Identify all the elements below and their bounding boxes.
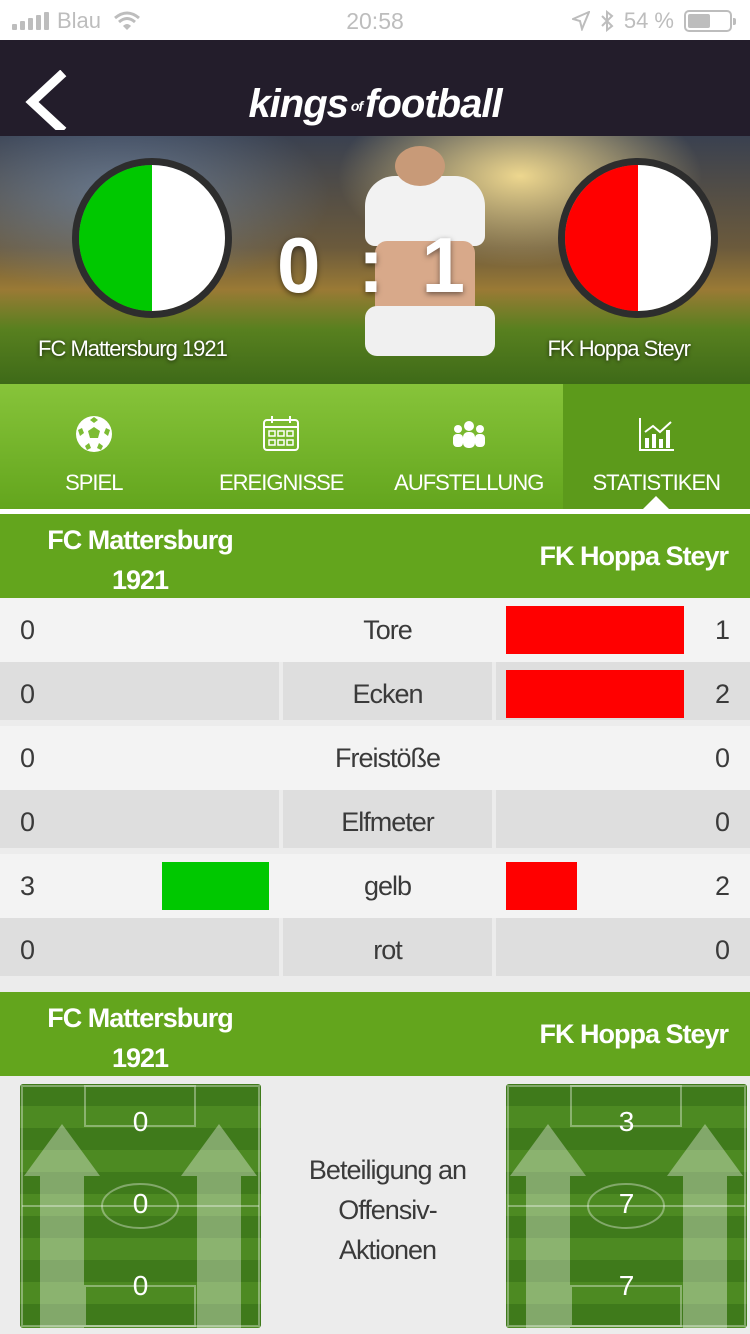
stat-row: 0 Elfmeter 0 [0, 790, 750, 854]
stat-row: 0 Freistöße 0 [0, 726, 750, 790]
away-score: 1 [421, 221, 474, 309]
away-stat-bar [506, 670, 684, 718]
home-stat-value: 0 [20, 615, 36, 645]
app-logo: kings offootball [0, 82, 750, 127]
away-stat-bar [506, 606, 684, 654]
home-score: 0 [276, 221, 329, 309]
match-tabs: SPIEL EREIGNISSE AUFSTELLUNG STATISTIKEN [0, 384, 750, 510]
stat-label: rot [373, 935, 403, 965]
away-offense-value: 7 [618, 1188, 635, 1219]
stat-label: Elfmeter [341, 807, 435, 837]
away-stat-value: 2 [714, 679, 730, 709]
away-offense-value: 7 [618, 1270, 635, 1301]
score-separator: : [358, 221, 392, 309]
home-team-line1: FC Mattersburg [47, 1003, 234, 1033]
home-stat-value: 3 [20, 871, 36, 901]
soccer-ball-icon [75, 416, 112, 452]
logo-kings: kings [248, 82, 348, 126]
tab-label: EREIGNISSE [219, 470, 344, 495]
stats-team-header: FC Mattersburg 1921 FK Hoppa Steyr [0, 514, 750, 598]
app-header: kings offootball [0, 40, 750, 136]
stat-label: gelb [363, 871, 412, 901]
stat-cell-bg [0, 662, 279, 720]
offense-away-team: FK Hoppa Steyr [539, 1019, 729, 1049]
offense-label-line: Offensiv- [338, 1195, 438, 1225]
home-stat-value: 0 [20, 935, 36, 965]
offense-section: 0 0 0 Beteiligung an Offensiv- Aktionen … [0, 1078, 750, 1334]
away-offense-value: 3 [618, 1106, 635, 1137]
team-icon [452, 421, 485, 448]
home-offense-value: 0 [132, 1188, 149, 1219]
stat-cell-bg [496, 918, 750, 976]
home-stat-value: 0 [20, 679, 36, 709]
tab-spiel[interactable]: SPIEL [0, 384, 188, 509]
home-offense-value: 0 [132, 1270, 149, 1301]
offense-label: Beteiligung an Offensiv- Aktionen [283, 1150, 492, 1270]
home-team-name: FC Mattersburg 1921 [38, 336, 228, 361]
calendar-icon [263, 416, 300, 451]
tab-label: STATISTIKEN [592, 470, 721, 495]
away-stat-value: 0 [714, 935, 730, 965]
stat-cell-bg [0, 918, 279, 976]
offense-team-header: FC Mattersburg 1921 FK Hoppa Steyr [0, 992, 750, 1076]
battery-percent: 54 % [623, 8, 674, 33]
home-pitch-graphic: 0 0 0 [20, 1084, 261, 1328]
match-hero: 0 : 1 FC Mattersburg 1921 FK Hoppa Steyr [0, 136, 750, 384]
match-score: 0 : 1 [0, 220, 750, 311]
stats-home-team: FC Mattersburg 1921 [20, 520, 260, 600]
location-icon [571, 11, 590, 31]
tab-aufstellung[interactable]: AUFSTELLUNG [375, 384, 563, 509]
bluetooth-icon [601, 10, 614, 32]
home-stat-value: 0 [20, 807, 36, 837]
away-stat-value: 2 [714, 871, 730, 901]
stat-row: 0 Ecken 2 [0, 662, 750, 726]
stat-row: 0 rot 0 [0, 918, 750, 982]
offense-home-team: FC Mattersburg 1921 [20, 998, 260, 1078]
away-stat-value: 0 [714, 807, 730, 837]
home-stat-bar [162, 862, 269, 910]
stat-cell-bg [0, 790, 279, 848]
tab-statistiken[interactable]: STATISTIKEN [562, 384, 750, 510]
away-pitch-graphic: 3 7 7 [506, 1084, 747, 1328]
home-team-line2: 1921 [111, 1043, 169, 1073]
active-tab-indicator [642, 496, 671, 510]
away-team-name: FK Hoppa Steyr [547, 336, 691, 361]
stats-table: 0 Tore 1 0 Ecken 2 0 Freistöße 0 0 Elfmeter 0 3 gelb 2… [0, 598, 750, 982]
stat-label: Freistöße [334, 743, 441, 773]
tab-label: SPIEL [65, 470, 123, 495]
chart-icon [639, 418, 675, 451]
logo-of: of [350, 98, 363, 115]
offense-label-line: Aktionen [338, 1235, 437, 1265]
stat-row: 0 Tore 1 [0, 598, 750, 662]
stat-label: Tore [363, 615, 413, 645]
home-team-line2: 1921 [111, 565, 169, 595]
away-stat-value: 0 [714, 743, 730, 773]
away-stat-value: 1 [714, 615, 730, 645]
logo-football: football [365, 82, 502, 126]
status-bar: Blau 20:58 54 % [0, 0, 750, 40]
stat-label: Ecken [352, 679, 423, 709]
home-stat-value: 0 [20, 743, 36, 773]
stat-row: 3 gelb 2 [0, 854, 750, 918]
home-offense-value: 0 [132, 1106, 149, 1137]
tab-ereignisse[interactable]: EREIGNISSE [188, 384, 376, 509]
stat-cell-bg [496, 790, 750, 848]
stats-away-team: FK Hoppa Steyr [539, 541, 729, 571]
battery-icon [684, 10, 736, 32]
tab-label: AUFSTELLUNG [394, 470, 544, 495]
offense-label-line: Beteiligung an [308, 1155, 467, 1185]
home-team-line1: FC Mattersburg [47, 525, 234, 555]
away-stat-bar [506, 862, 577, 910]
